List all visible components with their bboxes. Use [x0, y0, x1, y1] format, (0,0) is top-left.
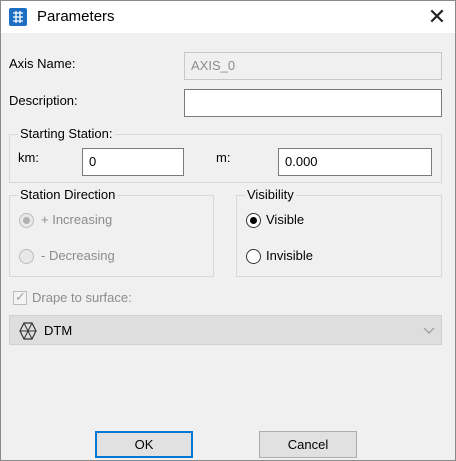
- starting-station-legend: Starting Station:: [18, 126, 115, 141]
- ok-button[interactable]: OK: [95, 431, 193, 458]
- km-field[interactable]: 0: [82, 148, 184, 176]
- surface-mesh-icon: [19, 322, 37, 340]
- station-direction-legend: Station Direction: [18, 187, 118, 202]
- increasing-label: + Increasing: [41, 212, 113, 227]
- m-field[interactable]: 0.000: [278, 148, 432, 176]
- drape-label: Drape to surface:: [32, 290, 132, 305]
- m-label: m:: [216, 150, 231, 165]
- decreasing-radio[interactable]: [19, 249, 34, 264]
- parameters-dialog: Parameters ✕ Axis Name: AXIS_0 Descripti…: [0, 0, 456, 461]
- increasing-radio[interactable]: [19, 213, 34, 228]
- drape-checkbox[interactable]: [13, 289, 27, 305]
- description-label: Description:: [9, 93, 78, 108]
- visible-radio[interactable]: [246, 213, 261, 228]
- description-field[interactable]: [184, 89, 442, 117]
- axis-name-label: Axis Name:: [9, 56, 76, 71]
- chevron-down-icon: [423, 327, 435, 334]
- visibility-legend: Visibility: [245, 187, 296, 202]
- title-bar: Parameters ✕: [1, 1, 455, 33]
- km-label: km:: [18, 150, 39, 165]
- close-icon[interactable]: ✕: [421, 3, 453, 31]
- axis-name-field: AXIS_0: [184, 52, 442, 80]
- visible-label: Visible: [266, 212, 305, 227]
- invisible-label: Invisible: [266, 248, 313, 263]
- invisible-radio[interactable]: [246, 249, 261, 264]
- visibility-group: [236, 195, 442, 277]
- cancel-button[interactable]: Cancel: [259, 431, 357, 458]
- window-title: Parameters: [37, 8, 115, 25]
- surface-select-value: DTM: [44, 323, 73, 338]
- station-direction-group: [9, 195, 214, 277]
- surface-select[interactable]: DTM: [9, 315, 442, 345]
- app-icon: [9, 8, 27, 26]
- decreasing-label: - Decreasing: [41, 248, 115, 263]
